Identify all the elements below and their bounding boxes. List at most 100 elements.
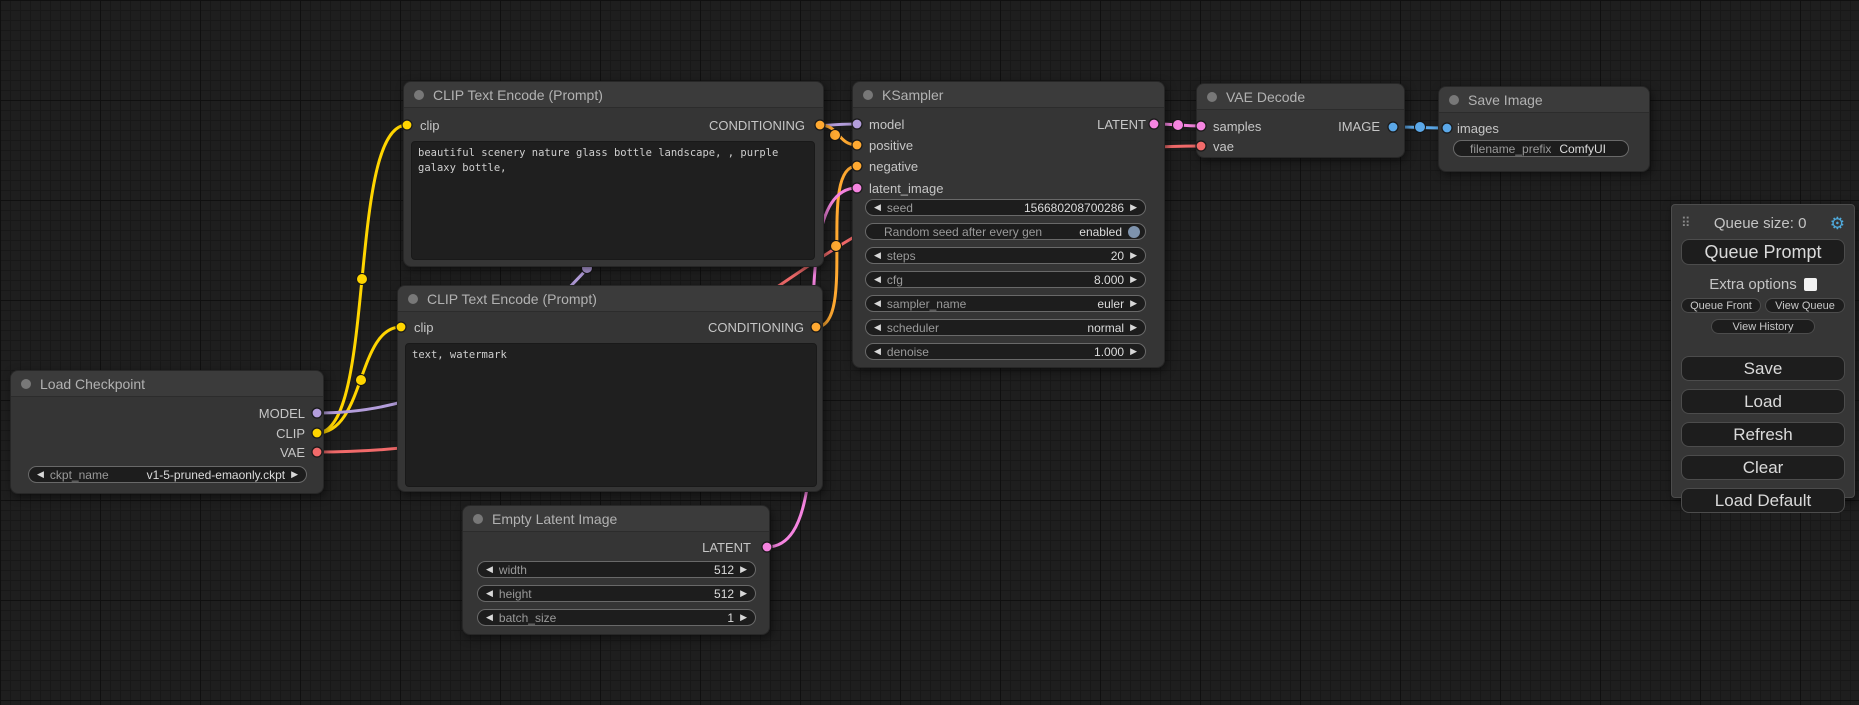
arrow-right-icon[interactable]: ▶ [1130,319,1137,336]
widget-label: steps [887,249,916,263]
arrow-right-icon[interactable]: ▶ [740,609,747,626]
node-vae-decode[interactable]: VAE Decode samples vae IMAGE [1196,83,1405,158]
node-title: CLIP Text Encode (Prompt) [433,87,603,103]
arrow-left-icon[interactable]: ◀ [874,319,881,336]
collapse-dot-icon[interactable] [414,90,424,100]
node-title-bar[interactable]: Save Image [1439,87,1649,113]
arrow-left-icon[interactable]: ◀ [486,609,493,626]
widget-scheduler[interactable]: ◀ scheduler normal ▶ [865,319,1146,336]
arrow-left-icon[interactable]: ◀ [874,343,881,360]
input-slot-latent-image: latent_image [869,179,943,199]
clear-button[interactable]: Clear [1681,455,1845,480]
widget-random-seed[interactable]: Random seed after every gen enabled [865,223,1146,240]
slot-label: positive [869,138,913,153]
arrow-right-icon[interactable]: ▶ [1130,271,1137,288]
node-title-bar[interactable]: Load Checkpoint [11,371,323,397]
widget-value: 8.000 [1094,273,1124,287]
widget-ckpt-name[interactable]: ◀ ckpt_name v1-5-pruned-emaonly.ckpt ▶ [28,466,307,483]
widget-cfg[interactable]: ◀ cfg 8.000 ▶ [865,271,1146,288]
arrow-right-icon[interactable]: ▶ [1130,343,1137,360]
node-title-bar[interactable]: VAE Decode [1197,84,1404,110]
output-slot-clip: CLIP [276,424,305,444]
node-clip-text-encode-negative[interactable]: CLIP Text Encode (Prompt) clip CONDITION… [397,285,823,492]
extra-options-row: Extra options [1681,276,1845,292]
widget-label: denoise [887,345,929,359]
node-title-bar[interactable]: Empty Latent Image [463,506,769,532]
node-title-bar[interactable]: CLIP Text Encode (Prompt) [398,286,822,312]
slot-row: clip CONDITIONING [414,318,804,338]
queue-front-button[interactable]: Queue Front [1681,298,1761,313]
node-title: CLIP Text Encode (Prompt) [427,291,597,307]
arrow-right-icon[interactable]: ▶ [1130,247,1137,264]
queue-prompt-button[interactable]: Queue Prompt [1681,239,1845,265]
widget-value: v1-5-pruned-emaonly.ckpt [147,468,286,482]
arrow-left-icon[interactable]: ◀ [874,295,881,312]
collapse-dot-icon[interactable] [408,294,418,304]
slot-row: clip CONDITIONING [420,116,805,136]
widget-value: 1 [727,611,734,625]
widget-label: ckpt_name [50,468,109,482]
slot-label: MODEL [259,406,305,421]
drag-handle-icon[interactable]: ⠿ [1681,215,1691,231]
arrow-right-icon[interactable]: ▶ [740,561,747,578]
arrow-left-icon[interactable]: ◀ [486,585,493,602]
node-save-image[interactable]: Save Image images filename_prefix ComfyU… [1438,86,1650,172]
save-button[interactable]: Save [1681,356,1845,381]
arrow-left-icon[interactable]: ◀ [37,466,44,483]
arrow-left-icon[interactable]: ◀ [874,247,881,264]
extra-options-checkbox[interactable] [1804,278,1817,291]
input-slot-negative: negative [869,157,918,177]
widget-value: 512 [714,563,734,577]
arrow-left-icon[interactable]: ◀ [874,199,881,216]
slot-label: negative [869,159,918,174]
collapse-dot-icon[interactable] [473,514,483,524]
widget-steps[interactable]: ◀ steps 20 ▶ [865,247,1146,264]
widget-label: cfg [887,273,903,287]
arrow-right-icon[interactable]: ▶ [291,466,298,483]
queue-panel-header: ⠿ Queue size: 0 ⚙ [1681,211,1845,235]
widget-seed[interactable]: ◀ seed 156680208700286 ▶ [865,199,1146,216]
node-graph-canvas[interactable]: Load Checkpoint MODEL CLIP VAE ◀ ckpt_na… [0,0,1859,705]
collapse-dot-icon[interactable] [1449,95,1459,105]
widget-value: 156680208700286 [1024,201,1124,215]
prompt-textarea[interactable]: text, watermark [405,343,817,487]
widget-label: width [499,563,527,577]
refresh-button[interactable]: Refresh [1681,422,1845,447]
output-slot-latent: LATENT [702,538,751,558]
widget-height[interactable]: ◀ height 512 ▶ [477,585,756,602]
view-history-button[interactable]: View History [1711,319,1815,334]
collapse-dot-icon[interactable] [1207,92,1217,102]
node-load-checkpoint[interactable]: Load Checkpoint MODEL CLIP VAE ◀ ckpt_na… [10,370,324,494]
arrow-right-icon[interactable]: ▶ [740,585,747,602]
queue-panel: ⠿ Queue size: 0 ⚙ Queue Prompt Extra opt… [1671,204,1855,498]
link-midpoint-dot [357,274,368,285]
load-button[interactable]: Load [1681,389,1845,414]
load-default-button[interactable]: Load Default [1681,488,1845,513]
node-ksampler[interactable]: KSampler model positive negative latent_… [852,81,1165,368]
node-clip-text-encode-positive[interactable]: CLIP Text Encode (Prompt) clip CONDITION… [403,81,824,267]
widget-width[interactable]: ◀ width 512 ▶ [477,561,756,578]
collapse-dot-icon[interactable] [863,90,873,100]
input-slot-images: images [1457,119,1499,139]
settings-gear-icon[interactable]: ⚙ [1830,215,1845,232]
widget-sampler-name[interactable]: ◀ sampler_name euler ▶ [865,295,1146,312]
widget-batch-size[interactable]: ◀ batch_size 1 ▶ [477,609,756,626]
node-empty-latent-image[interactable]: Empty Latent Image LATENT ◀ width 512 ▶ … [462,505,770,635]
arrow-right-icon[interactable]: ▶ [1130,199,1137,216]
widget-denoise[interactable]: ◀ denoise 1.000 ▶ [865,343,1146,360]
arrow-left-icon[interactable]: ◀ [874,271,881,288]
view-queue-button[interactable]: View Queue [1765,298,1845,313]
queue-pill-row: Queue Front View Queue [1681,298,1845,313]
prompt-textarea[interactable]: beautiful scenery nature glass bottle la… [411,141,815,260]
widget-filename-prefix[interactable]: filename_prefix ComfyUI [1453,140,1629,157]
widget-value: ComfyUI [1559,142,1606,156]
link-midpoint-dot [831,241,842,252]
node-title-bar[interactable]: KSampler [853,82,1164,108]
collapse-dot-icon[interactable] [21,379,31,389]
arrow-right-icon[interactable]: ▶ [1130,295,1137,312]
toggle-on-icon[interactable] [1128,226,1140,238]
queue-size-label: Queue size: 0 [1691,215,1830,232]
node-title-bar[interactable]: CLIP Text Encode (Prompt) [404,82,823,108]
node-title: VAE Decode [1226,89,1305,105]
arrow-left-icon[interactable]: ◀ [486,561,493,578]
